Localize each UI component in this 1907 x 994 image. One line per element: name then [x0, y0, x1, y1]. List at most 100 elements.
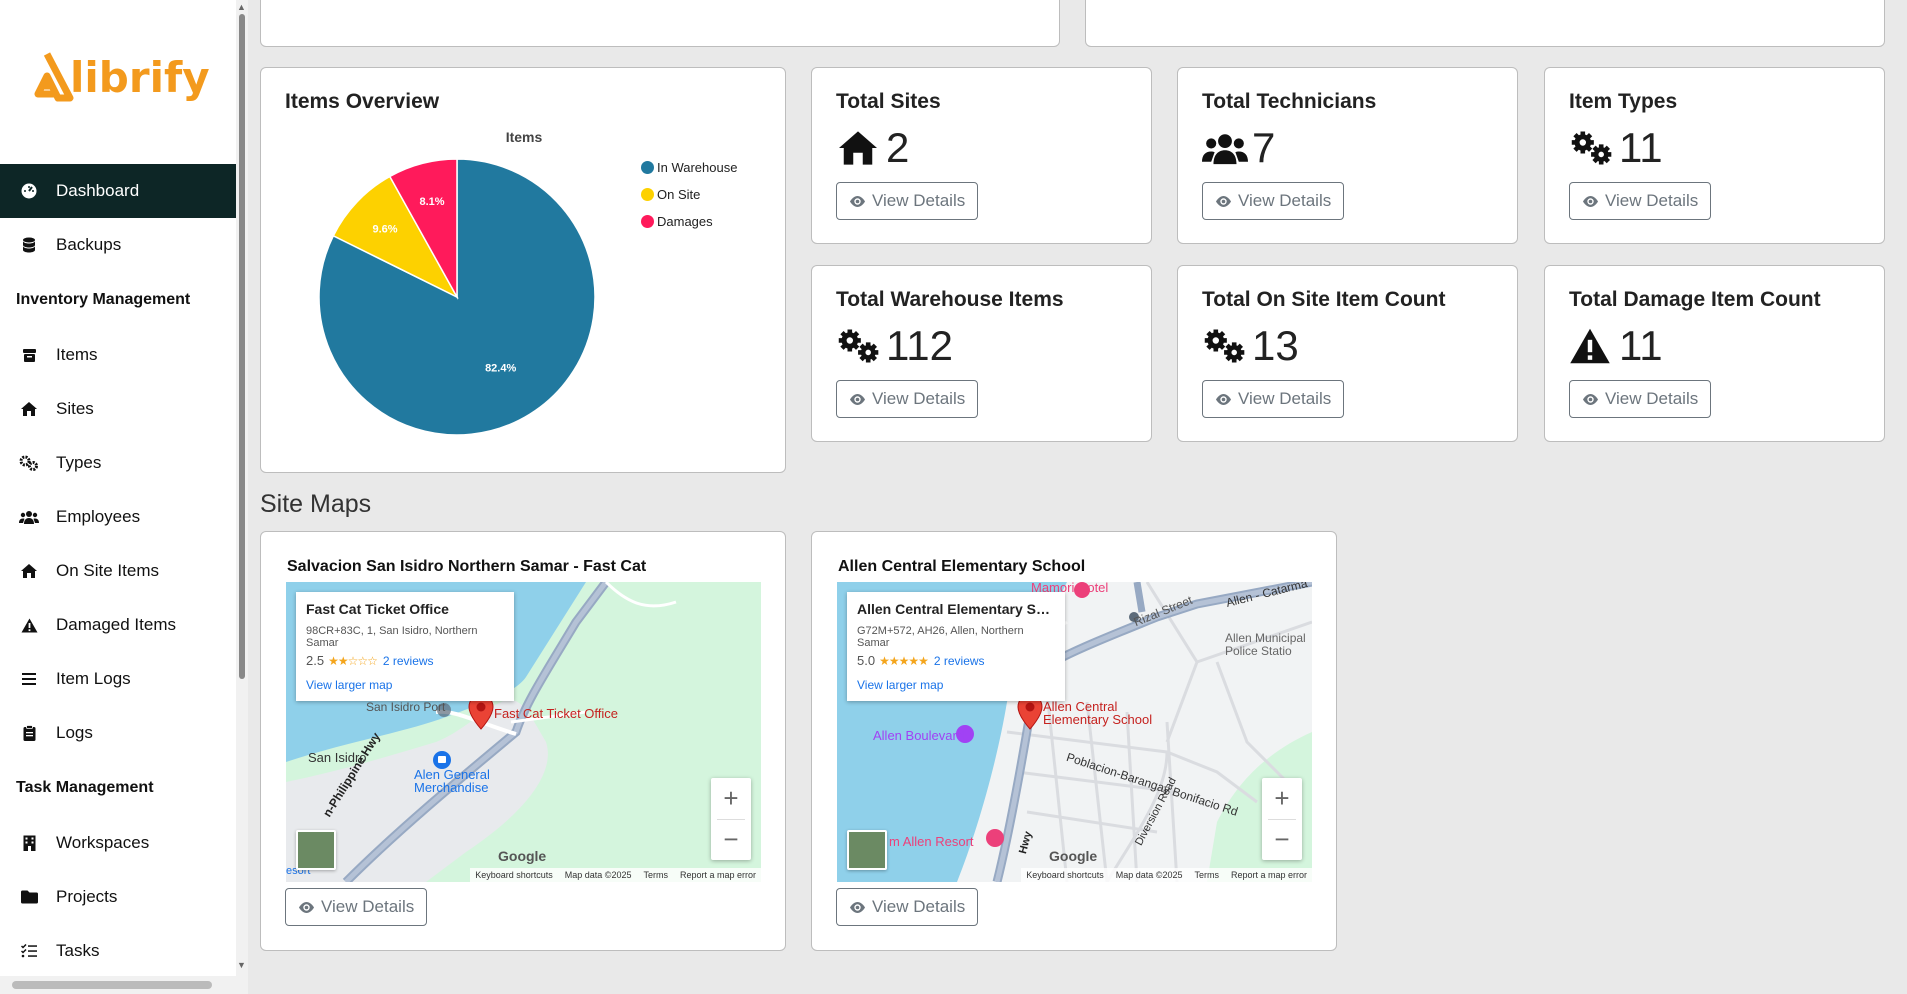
site-map-card: Salvacion San Isidro Northern Samar - Fa…	[260, 531, 786, 951]
view-details-button[interactable]: View Details	[836, 380, 979, 418]
zoom-out-button[interactable]: −	[711, 819, 751, 860]
keyboard-shortcuts-link[interactable]: Keyboard shortcuts	[1026, 870, 1104, 880]
sidebar-item-workspaces[interactable]: Workspaces	[0, 816, 236, 870]
stat-title: Total Technicians	[1202, 90, 1377, 113]
legend-swatch	[641, 161, 654, 174]
eye-icon	[1582, 393, 1599, 406]
zoom-controls: + −	[711, 778, 751, 860]
sidebar-item-label: Logs	[56, 723, 93, 742]
view-details-button[interactable]: View Details	[1569, 182, 1712, 220]
reviews-link[interactable]: 2 reviews	[383, 654, 434, 668]
top-card-left	[260, 0, 1060, 47]
view-details-label: View Details	[872, 389, 966, 408]
satellite-toggle[interactable]	[296, 830, 336, 870]
sidebar-item-on-site-items[interactable]: On Site Items	[0, 544, 236, 598]
legend-item[interactable]: In Warehouse	[641, 154, 737, 181]
sidebar-item-tasks[interactable]: Tasks	[0, 924, 236, 978]
zoom-controls: + −	[1262, 778, 1302, 860]
satellite-toggle[interactable]	[847, 830, 887, 870]
eye-icon	[849, 195, 866, 208]
map-pin-label[interactable]: Fast Cat Ticket Office	[494, 706, 618, 721]
map-rating: 5.0 ★★★★★ 2 reviews	[857, 653, 1055, 668]
map-place-name: Allen Central Elementary Scho...	[857, 601, 1055, 617]
terms-link[interactable]: Terms	[1194, 870, 1219, 880]
terms-link[interactable]: Terms	[643, 870, 668, 880]
sidebar-item-label: Employees	[56, 507, 141, 526]
view-details-button[interactable]: View Details	[285, 888, 428, 926]
sidebar-item-label: Workspaces	[56, 833, 150, 852]
scroll-down-icon[interactable]: ▼	[237, 960, 246, 970]
warning-icon	[1569, 325, 1615, 367]
report-map-error-link[interactable]: Report a map error	[1231, 870, 1307, 880]
map-place-label[interactable]: Alen General Merchandise	[414, 768, 504, 794]
stat-value-row: 7	[1202, 124, 1275, 172]
scroll-up-icon[interactable]: ▲	[237, 2, 246, 12]
sidebar-item-sites[interactable]: Sites	[0, 382, 236, 436]
pie-data-label: 8.1%	[419, 196, 444, 208]
sidebar-item-projects[interactable]: Projects	[0, 870, 236, 924]
sidebar-scrollbar[interactable]: ▲ ▼	[236, 0, 248, 994]
zoom-out-button[interactable]: −	[1262, 819, 1302, 860]
rating-value: 2.5	[306, 653, 325, 668]
stat-title: Total On Site Item Count	[1202, 288, 1446, 311]
stat-value: 2	[886, 124, 910, 171]
map-place-label[interactable]: Allen Boulevard	[873, 728, 964, 743]
view-details-button[interactable]: View Details	[1569, 380, 1712, 418]
map-info-card: Fast Cat Ticket Office 98CR+83C, 1, San …	[296, 592, 514, 701]
brand-logo[interactable]: librify	[20, 50, 210, 104]
sidebar-item-damaged-items[interactable]: Damaged Items	[0, 598, 236, 652]
sidebar-item-employees[interactable]: Employees	[0, 490, 236, 544]
chart-legend: In Warehouse On Site Damages	[641, 154, 737, 235]
map-data-text: Map data ©2025	[1115, 870, 1183, 880]
map-data-text: Map data ©2025	[564, 870, 632, 880]
keyboard-shortcuts-link[interactable]: Keyboard shortcuts	[475, 870, 553, 880]
stat-title: Total Sites	[836, 90, 941, 113]
stat-title: Total Warehouse Items	[836, 288, 1064, 311]
database-icon	[18, 237, 40, 253]
zoom-in-button[interactable]: +	[711, 778, 751, 819]
eye-icon	[1215, 393, 1232, 406]
legend-label: In Warehouse	[657, 160, 738, 175]
stat-card-item-types: Item Types 11 View Details	[1544, 67, 1885, 244]
sidebar-item-dashboard[interactable]: Dashboard	[0, 164, 236, 218]
map-place-label: San Isidro Port	[366, 700, 446, 714]
google-logo: Google	[498, 848, 547, 864]
view-details-button[interactable]: View Details	[1202, 380, 1345, 418]
folder-icon	[18, 890, 40, 904]
sidebar-item-item-logs[interactable]: Item Logs	[0, 652, 236, 706]
sidebar-item-logs[interactable]: Logs	[0, 706, 236, 760]
view-larger-map-link[interactable]: View larger map	[857, 678, 1055, 692]
eye-icon	[298, 901, 315, 914]
sidebar-item-label: Item Logs	[56, 669, 131, 688]
view-details-button[interactable]: View Details	[836, 888, 979, 926]
zoom-in-button[interactable]: +	[1262, 778, 1302, 819]
view-details-button[interactable]: View Details	[836, 182, 979, 220]
view-details-button[interactable]: View Details	[1202, 182, 1345, 220]
stat-value: 7	[1252, 124, 1276, 171]
map-pin-label[interactable]: Allen Central Elementary School	[1043, 700, 1163, 726]
stat-value-row: 11	[1569, 124, 1663, 172]
stat-title: Item Types	[1569, 90, 1678, 113]
sidebar: librify Dashboard Backups Inventory Manage…	[0, 0, 236, 994]
view-larger-map-link[interactable]: View larger map	[306, 678, 504, 692]
sidebar-item-backups[interactable]: Backups	[0, 218, 236, 272]
embedded-map[interactable]: Mamori Hotel Rizal Street Allen - Catarm…	[837, 582, 1312, 882]
map-place-address: 98CR+83C, 1, San Isidro, Northern Samar	[306, 625, 478, 649]
sidebar-item-types[interactable]: Types	[0, 436, 236, 490]
view-details-label: View Details	[1238, 191, 1332, 210]
horizontal-scrollbar[interactable]	[0, 976, 236, 994]
legend-item[interactable]: Damages	[641, 208, 737, 235]
scrollbar-thumb[interactable]	[239, 14, 245, 679]
map-rating: 2.5 ★★☆☆☆ 2 reviews	[306, 653, 504, 668]
items-overview-card: Items Overview Items 82.4% 9.6% 8.1% In War…	[260, 67, 786, 473]
embedded-map[interactable]: San Isidro Alen General Merchandise San …	[286, 582, 761, 882]
legend-item[interactable]: On Site	[641, 181, 737, 208]
sidebar-item-items[interactable]: Items	[0, 328, 236, 382]
sidebar-item-label: On Site Items	[56, 561, 159, 580]
report-map-error-link[interactable]: Report a map error	[680, 870, 756, 880]
box-icon	[18, 348, 40, 363]
rating-stars-icon: ★★☆☆☆	[328, 653, 378, 668]
map-place-label[interactable]: m Allen Resort	[889, 834, 974, 849]
reviews-link[interactable]: 2 reviews	[934, 654, 985, 668]
stat-value: 11	[1619, 124, 1663, 171]
